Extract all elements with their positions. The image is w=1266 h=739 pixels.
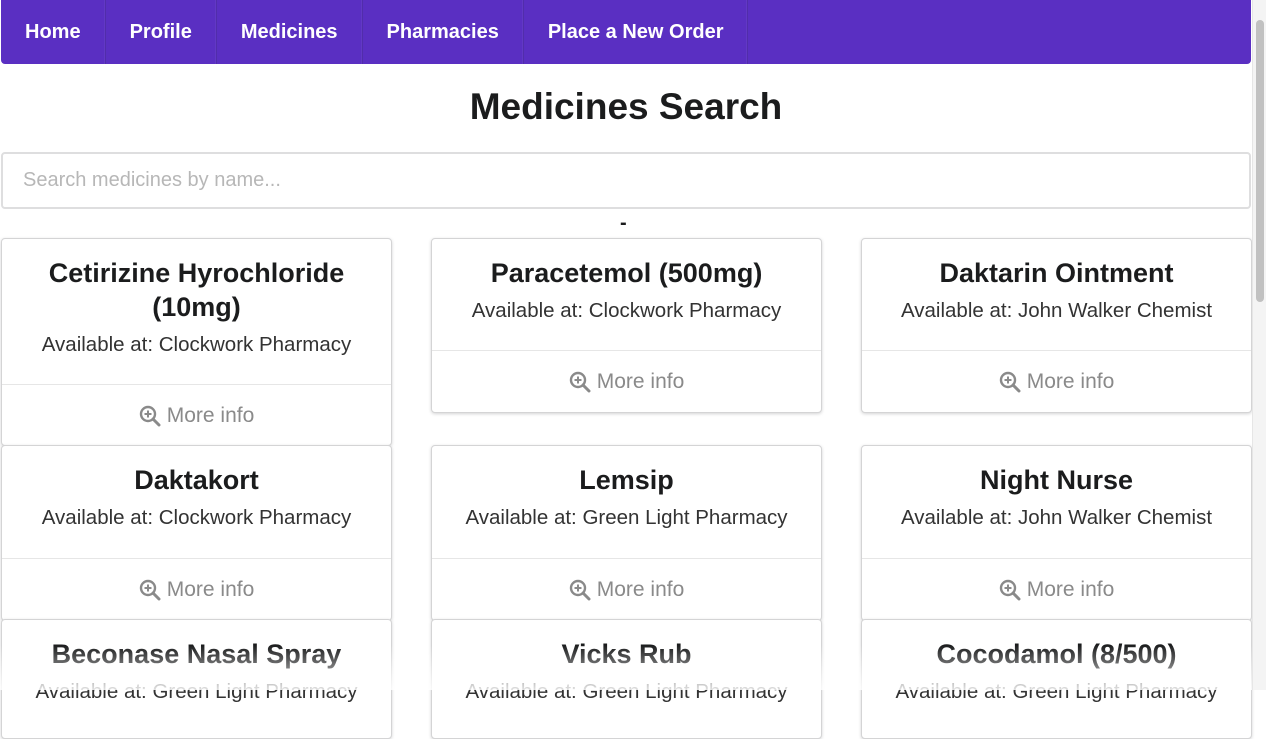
scrollbar-thumb[interactable]: [1256, 20, 1264, 302]
medicine-availability: Available at: Green Light Pharmacy: [465, 506, 788, 529]
medicine-card: Paracetemol (500mg) Available at: Clockw…: [431, 238, 822, 413]
medicine-card: Vicks Rub Available at: Green Light Phar…: [431, 619, 822, 739]
vertical-scrollbar[interactable]: [1252, 0, 1266, 690]
medicine-card: Daktarin Ointment Available at: John Wal…: [861, 238, 1252, 413]
medicine-name: Vicks Rub: [561, 639, 692, 669]
medicine-card: Night Nurse Available at: John Walker Ch…: [861, 445, 1252, 621]
nav-item-profile[interactable]: Profile: [106, 0, 217, 64]
nav-item-medicines[interactable]: Medicines: [217, 0, 363, 64]
medicine-name: Daktakort: [134, 465, 259, 495]
medicine-availability: Available at: John Walker Chemist: [900, 299, 1213, 322]
more-info-link[interactable]: More info: [2, 384, 391, 445]
medicine-card: Lemsip Available at: Green Light Pharmac…: [431, 445, 822, 621]
medicine-availability: Available at: John Walker Chemist: [900, 506, 1213, 529]
nav-item-pharmacies[interactable]: Pharmacies: [363, 0, 524, 64]
more-info-link[interactable]: More info: [862, 558, 1251, 620]
zoom-in-icon: [999, 579, 1021, 601]
medicine-name: Beconase Nasal Spray: [51, 639, 342, 669]
main-navbar: Home Profile Medicines Pharmacies Place …: [1, 0, 1251, 64]
nav-item-place-new-order[interactable]: Place a New Order: [524, 0, 749, 64]
more-info-link[interactable]: More info: [862, 350, 1251, 412]
medicine-name: Cetirizine Hyrochloride (10mg): [48, 258, 345, 322]
medicine-availability: Available at: Green Light Pharmacy: [895, 680, 1218, 703]
zoom-in-icon: [139, 405, 161, 426]
zoom-in-icon: [569, 579, 591, 601]
medicine-card: Daktakort Available at: Clockwork Pharma…: [1, 445, 392, 621]
more-info-label: More info: [596, 370, 685, 393]
search-container: [1, 152, 1251, 209]
search-input[interactable]: [1, 152, 1251, 209]
medicine-card: Cocodamol (8/500) Available at: Green Li…: [861, 619, 1252, 739]
more-info-label: More info: [1026, 578, 1115, 601]
medicine-name: Paracetemol (500mg): [490, 258, 763, 288]
medicine-name: Daktarin Ointment: [939, 258, 1174, 288]
medicine-availability: Available at: Clockwork Pharmacy: [41, 506, 352, 529]
nav-item-home[interactable]: Home: [1, 0, 106, 64]
medicine-card: Beconase Nasal Spray Available at: Green…: [1, 619, 392, 739]
more-info-label: More info: [1026, 370, 1115, 393]
medicine-name: Lemsip: [579, 465, 674, 495]
more-info-label: More info: [166, 578, 255, 601]
more-info-link[interactable]: More info: [432, 558, 821, 620]
medicine-card: Cetirizine Hyrochloride (10mg) Available…: [1, 238, 392, 446]
zoom-in-icon: [999, 371, 1021, 393]
results-separator: -: [620, 212, 627, 234]
medicine-name: Cocodamol (8/500): [936, 639, 1177, 669]
more-info-label: More info: [166, 403, 255, 427]
medicine-name: Night Nurse: [979, 465, 1133, 495]
more-info-link[interactable]: More info: [2, 558, 391, 620]
zoom-in-icon: [569, 371, 591, 393]
more-info-link[interactable]: More info: [432, 350, 821, 412]
medicine-availability: Available at: Green Light Pharmacy: [35, 680, 358, 703]
page-title: Medicines Search: [469, 86, 783, 127]
medicine-availability: Available at: Clockwork Pharmacy: [471, 299, 782, 322]
zoom-in-icon: [139, 579, 161, 601]
medicine-availability: Available at: Clockwork Pharmacy: [41, 333, 352, 356]
medicine-availability: Available at: Green Light Pharmacy: [465, 680, 788, 703]
more-info-label: More info: [596, 578, 685, 601]
